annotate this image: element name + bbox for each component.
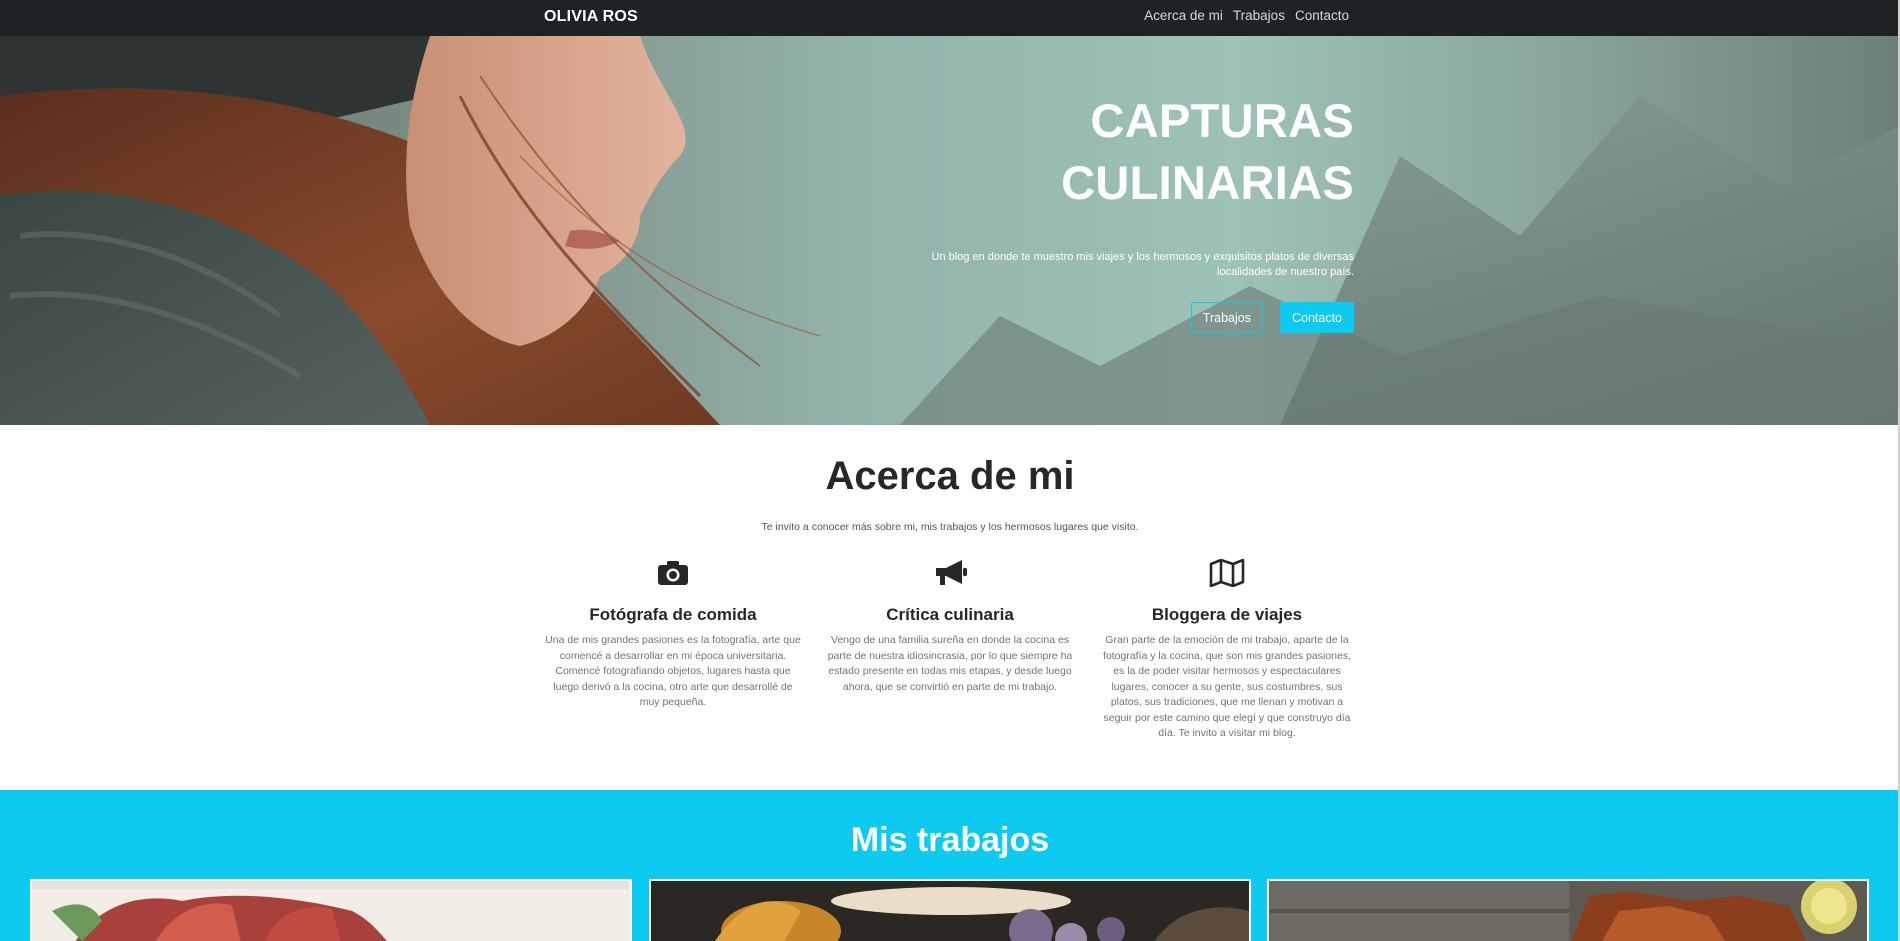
hero-title-line-1: CAPTURAS [1090,94,1354,147]
nav-link-contact[interactable]: Contacto [1295,8,1349,23]
feature-food-critic: Crítica culinaria Vengo de una familia s… [822,555,1078,742]
work-image-3 [1269,879,1867,941]
navbar: OLIVIA ROS Acerca de mi Trabajos Contact… [0,0,1900,36]
feature-title: Crítica culinaria [886,605,1014,624]
work-card-3[interactable] [1267,879,1869,941]
hero-content: CAPTURAS CULINARIAS Un blog en donde te … [870,90,1354,333]
hero-title-line-2: CULINARIAS [1061,156,1354,209]
map-icon [1099,555,1355,591]
feature-text: Vengo de una familia sureña en donde la … [827,634,1073,693]
about-lead: Te invito a conocer más sobre mi, mis tr… [761,521,1139,533]
brand-logo[interactable]: OLIVIA ROS [544,8,638,26]
work-card-1[interactable] [30,879,632,941]
work-card-2[interactable] [649,879,1251,941]
works-title: Mis trabajos [850,821,1050,859]
feature-text: Una de mis grandes pasiones es la fotogr… [545,634,801,708]
about-section: Acerca de mi Te invito a conocer más sob… [0,425,1900,790]
hero-title: CAPTURAS CULINARIAS [870,90,1354,214]
about-title: Acerca de mi [825,454,1075,498]
feature-title: Bloggera de viajes [1151,605,1303,624]
feature-food-photographer: Fotógrafa de comida Una de mis grandes p… [545,555,801,742]
feature-title: Fotógrafa de comida [589,605,757,624]
hero-subtitle: Un blog en donde te muestro mis viajes y… [931,251,1355,278]
works-section: Mis trabajos [0,790,1900,941]
camera-icon [545,555,801,591]
nav-link-about[interactable]: Acerca de mi [1144,8,1223,23]
features-list: Fotógrafa de comida Una de mis grandes p… [545,555,1355,742]
work-image-1 [32,881,630,941]
works-button[interactable]: Trabajos [1190,302,1263,333]
megaphone-icon [822,555,1078,591]
contact-button[interactable]: Contacto [1279,302,1354,333]
hero-buttons: Trabajos Contacto [870,302,1354,333]
hero-section: CAPTURAS CULINARIAS Un blog en donde te … [0,36,1900,425]
nav-links: Acerca de mi Trabajos Contacto [1144,8,1349,23]
work-image-2 [651,881,1249,941]
feature-travel-blogger: Bloggera de viajes Gran parte de la emoc… [1099,555,1355,742]
nav-link-works[interactable]: Trabajos [1233,8,1285,23]
feature-text: Gran parte de la emoción de mi trabajo, … [1102,634,1352,739]
